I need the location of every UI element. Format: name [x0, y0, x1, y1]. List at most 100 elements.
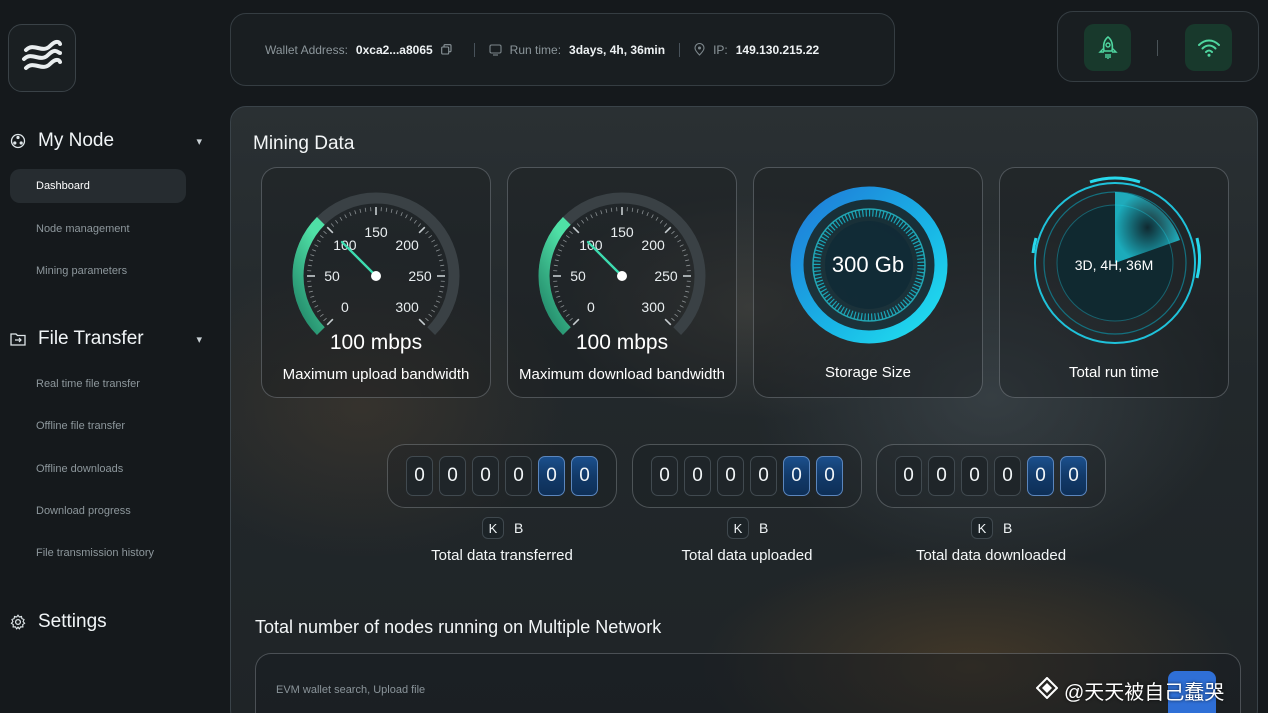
- gauge-tick: [428, 313, 433, 317]
- gauge-tick: [671, 317, 675, 322]
- upload-bandwidth-value: 100 mbps: [329, 331, 423, 354]
- gauge-tick: [435, 300, 440, 303]
- run-time-value: 3days, 4h, 36min: [569, 42, 666, 57]
- sidebar-item-offline-downloads[interactable]: Offline downloads: [10, 452, 186, 486]
- gauge-tick-label: 150: [364, 224, 388, 240]
- status-icon-bar: [1057, 11, 1259, 82]
- counter-digit: 0: [1027, 456, 1054, 496]
- sidebar-item-node-management[interactable]: Node management: [10, 212, 186, 246]
- gauge-tick: [677, 239, 682, 243]
- gauge-tick: [385, 207, 388, 212]
- sidebar-item-real-time-file-transfer[interactable]: Real time file transfer: [10, 367, 186, 401]
- wallet-address-value: 0xca2...a8065: [355, 42, 433, 57]
- gauge-tick: [664, 318, 672, 326]
- gauge-tick: [686, 264, 691, 267]
- sidebar-item-file-transmission-history[interactable]: File transmission history: [10, 536, 186, 570]
- gauge-tick: [605, 208, 608, 213]
- gauge-tick: [683, 254, 688, 257]
- gauge-tick: [572, 318, 580, 326]
- gauge-tick: [674, 235, 679, 239]
- nav-group-my-node[interactable]: My Node ▾: [10, 130, 210, 152]
- download-bandwidth-gauge: 050100150200250300: [538, 192, 706, 336]
- gauge-tick: [308, 259, 313, 262]
- copy-icon[interactable]: [440, 44, 452, 55]
- nav-settings[interactable]: Settings: [10, 611, 210, 633]
- gauge-tick: [390, 208, 393, 213]
- rocket-button[interactable]: [1084, 24, 1131, 71]
- gauge-tick: [435, 249, 440, 252]
- counter-digit: 0: [895, 456, 922, 496]
- divider: [679, 42, 681, 57]
- gauge-tick: [439, 259, 444, 262]
- section-title-nodes: Total number of nodes running on Multipl…: [255, 617, 662, 637]
- gauge-tick: [610, 207, 613, 212]
- gauge-tick: [409, 216, 413, 221]
- gauge-tick: [335, 219, 339, 224]
- gauge-tick: [681, 300, 686, 303]
- gauge-card-download: 050100150200250300 100 mbps Maximum down…: [507, 167, 737, 398]
- app-logo[interactable]: [8, 24, 76, 92]
- gauge-tick-label: 0: [587, 299, 595, 315]
- gauge-tick: [554, 290, 559, 293]
- gauge-tick: [418, 318, 426, 326]
- gauge-tick: [671, 230, 675, 235]
- evm-wallet-search-input[interactable]: [276, 684, 876, 696]
- counter-downloaded: 0 0 0 0 0 0: [876, 444, 1106, 508]
- gauge-tick-label: 150: [610, 224, 634, 240]
- gauge-tick: [562, 309, 567, 313]
- gauge-tick: [354, 210, 357, 215]
- divider: [1157, 40, 1158, 56]
- gauge-tick: [440, 264, 445, 267]
- ip-value: 149.130.215.22: [735, 42, 820, 57]
- chevron-down-icon[interactable]: ▾: [196, 333, 202, 346]
- gauge-tick: [631, 207, 634, 212]
- wifi-button[interactable]: [1185, 24, 1232, 71]
- gauge-tick: [562, 239, 567, 243]
- gauge-tick: [556, 254, 561, 257]
- nav-group-file-transfer[interactable]: File Transfer ▾: [10, 328, 210, 350]
- sidebar-item-download-progress[interactable]: Download progress: [10, 494, 186, 528]
- gauge-tick: [558, 249, 563, 252]
- section-title-mining-data: Mining Data: [253, 133, 355, 154]
- watermark-text: @天天被自己蠢哭: [1064, 682, 1225, 704]
- gauge-tick-label: 50: [570, 268, 586, 284]
- gauge-tick: [569, 317, 573, 322]
- sidebar-item-offline-file-transfer[interactable]: Offline file transfer: [10, 409, 186, 443]
- gear-icon: [10, 613, 28, 631]
- unit-k: K: [971, 517, 993, 539]
- location-pin-icon: [694, 43, 705, 56]
- counter-digit: 0: [651, 456, 678, 496]
- gauge-tick: [364, 207, 367, 212]
- sidebar-item-mining-parameters[interactable]: Mining parameters: [10, 254, 186, 288]
- gauge-card-upload: 050100150200250300 100 mbps Maximum uplo…: [261, 167, 491, 398]
- gauge-tick: [307, 285, 312, 288]
- gauge-tick: [314, 305, 319, 308]
- node-info-bar: Wallet Address: 0xca2...a8065 Run time: …: [230, 13, 895, 86]
- gauge-tick-label: 200: [641, 237, 665, 253]
- network-node-icon: [10, 132, 28, 150]
- gauge-tick-label: 200: [395, 237, 419, 253]
- gauge-tick: [554, 259, 559, 262]
- gauge-tick: [307, 264, 312, 267]
- gauge-tick-label: 250: [408, 268, 432, 284]
- gauge-tick: [560, 244, 565, 247]
- gauge-tick: [433, 305, 438, 308]
- gauge-needle: [586, 240, 624, 278]
- gauge-tick: [405, 214, 408, 219]
- nav-group-label: File Transfer: [38, 328, 144, 349]
- gauge-tick: [323, 230, 327, 235]
- gauge-tick: [440, 285, 445, 288]
- counter-digit: 0: [439, 456, 466, 496]
- nav-group-label: My Node: [38, 130, 115, 151]
- gauge-tick: [308, 290, 313, 293]
- sidebar-item-dashboard[interactable]: Dashboard: [10, 169, 186, 203]
- counter-digit: 0: [1060, 456, 1087, 496]
- watermark: @天天被自己蠢哭: [1035, 676, 1225, 705]
- unit-b: B: [1003, 520, 1013, 536]
- gauge-tick: [431, 309, 436, 313]
- upload-bandwidth-gauge: 050100150200250300: [292, 192, 460, 336]
- gauge-tick-label: 300: [395, 299, 419, 315]
- gauge-tick: [686, 285, 691, 288]
- gauge-tick: [560, 305, 565, 308]
- chevron-down-icon[interactable]: ▾: [196, 135, 202, 148]
